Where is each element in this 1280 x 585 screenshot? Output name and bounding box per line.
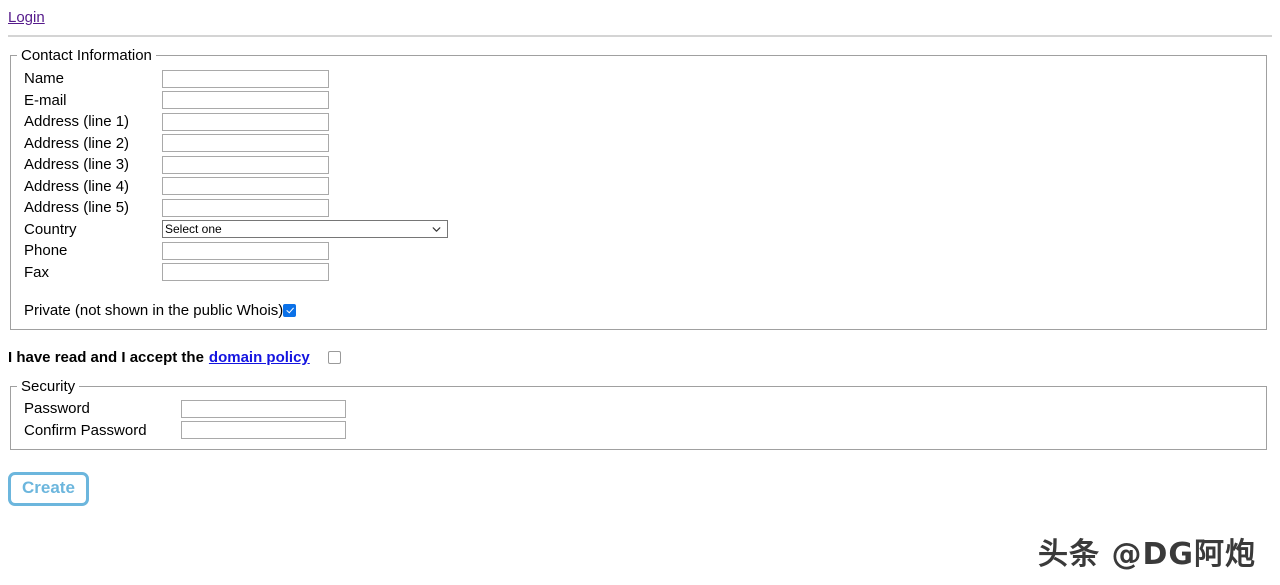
- address-line-3-input[interactable]: [162, 155, 329, 174]
- security-fields-container: Password Confirm Password: [11, 395, 1266, 449]
- label-fax: Fax: [24, 263, 50, 281]
- label-country: Country: [24, 220, 77, 238]
- private-whois-row: Private (not shown in the public Whois): [24, 300, 1266, 320]
- label-address-line-4: Address (line 4): [24, 177, 130, 195]
- contact-information-fieldset: Contact Information Name E-mail Address …: [10, 47, 1267, 330]
- field-row-phone: Phone: [24, 240, 1266, 262]
- domain-policy-link[interactable]: domain policy: [209, 349, 310, 366]
- label-name: Name: [24, 70, 65, 88]
- country-select[interactable]: Select one: [162, 220, 448, 239]
- private-whois-checkbox[interactable]: [283, 303, 297, 317]
- contact-information-legend: Contact Information: [21, 47, 152, 64]
- field-row-address-line-5: Address (line 5): [24, 197, 1266, 219]
- confirm-password-input[interactable]: [181, 421, 346, 440]
- field-row-name: Name: [24, 68, 1266, 90]
- label-confirm-password: Confirm Password: [24, 421, 147, 439]
- top-bar: Login: [0, 0, 1280, 26]
- address-line-2-input[interactable]: [162, 134, 329, 153]
- label-address-line-3: Address (line 3): [24, 156, 130, 174]
- phone-input[interactable]: [162, 241, 329, 260]
- field-row-address-line-4: Address (line 4): [24, 176, 1266, 198]
- email-input[interactable]: [162, 91, 329, 110]
- address-line-4-input[interactable]: [162, 177, 329, 196]
- field-row-password: Password: [24, 398, 1266, 420]
- address-line-1-input[interactable]: [162, 112, 329, 131]
- label-phone: Phone: [24, 242, 68, 260]
- field-row-address-line-2: Address (line 2): [24, 133, 1266, 155]
- password-input[interactable]: [181, 399, 346, 418]
- label-email: E-mail: [24, 91, 67, 109]
- field-row-address-line-1: Address (line 1): [24, 111, 1266, 133]
- name-input[interactable]: [162, 69, 329, 88]
- fax-input[interactable]: [162, 263, 329, 282]
- address-line-5-input[interactable]: [162, 198, 329, 217]
- header-divider: [8, 35, 1272, 37]
- label-address-line-5: Address (line 5): [24, 199, 130, 217]
- label-address-line-2: Address (line 2): [24, 134, 130, 152]
- field-row-address-line-3: Address (line 3): [24, 154, 1266, 176]
- field-row-confirm-password: Confirm Password: [24, 420, 1266, 442]
- field-row-country: Country Select one: [24, 219, 1266, 241]
- actions-container: Create: [8, 472, 1280, 506]
- policy-acceptance-text: I have read and I accept the: [8, 349, 204, 366]
- country-select-wrapper: Select one: [162, 220, 448, 239]
- private-whois-label: Private (not shown in the public Whois): [24, 301, 284, 319]
- field-row-fax: Fax: [24, 262, 1266, 284]
- watermark: 头条 @DG阿炮: [1038, 537, 1256, 572]
- label-address-line-1: Address (line 1): [24, 113, 130, 131]
- security-legend: Security: [21, 378, 76, 395]
- policy-acceptance-checkbox[interactable]: [327, 351, 341, 364]
- label-password: Password: [24, 400, 90, 418]
- contact-fields-container: Name E-mail Address (line 1) Address (li…: [11, 64, 1266, 329]
- login-link[interactable]: Login: [8, 9, 45, 26]
- field-row-email: E-mail: [24, 90, 1266, 112]
- create-button[interactable]: Create: [8, 472, 89, 506]
- security-fieldset: Security Password Confirm Password: [10, 378, 1267, 450]
- policy-acceptance-row: I have read and I accept the domain poli…: [8, 349, 1280, 366]
